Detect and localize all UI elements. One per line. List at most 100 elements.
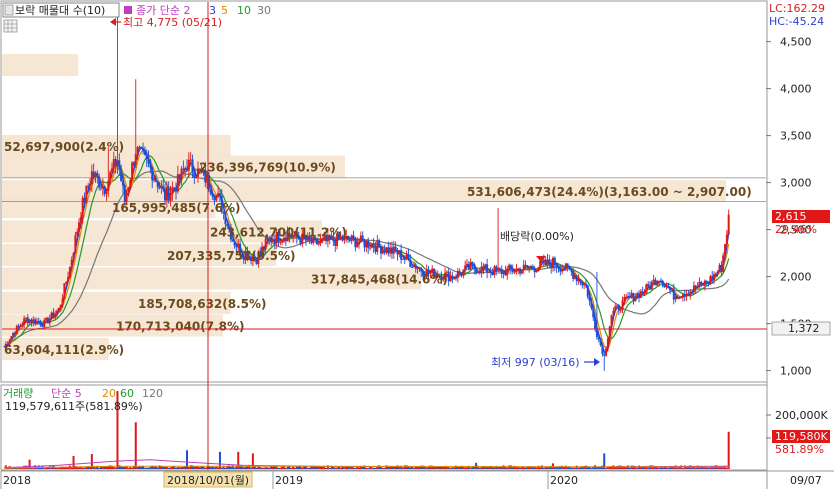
candle-body [696,286,699,289]
candle-body [634,297,637,302]
cursor-date-label: 2018/10/01(월) [167,474,249,487]
candle-body [639,291,642,299]
volume-bar [573,467,576,469]
candle-body [85,185,88,203]
candle-body [387,247,390,254]
volume-bar [286,466,289,469]
candle-body [535,270,538,273]
volume-bar [407,466,410,469]
volume-bar [511,467,514,469]
candle-body [218,193,221,196]
volume-bar [727,431,730,469]
volume-bar [464,467,467,469]
candle-body [464,265,467,270]
ma-period-10: 10 [237,4,251,17]
candle-body [17,325,20,327]
candle-body [317,243,320,245]
volume-bar [337,466,340,469]
candle-body [112,159,115,169]
candle-body [683,294,686,297]
candle-body [612,310,615,315]
candle-body [491,272,494,275]
volume-period-20: 20 [102,387,116,400]
candle-body [158,187,161,189]
candle-body [213,196,216,201]
volume-bar [175,467,178,469]
candle-body [118,160,121,170]
price-tick-label: 4,000 [780,83,812,96]
volume-bar [352,467,355,469]
volume-profile-label: 63,604,111(2.9%) [4,343,124,357]
candle-body [597,336,600,339]
volume-bar [465,467,468,469]
x-label-2018: 2018 [3,474,31,487]
candle-body [519,268,522,274]
candle-body [486,264,489,273]
candle-body [674,296,677,300]
candle-body [180,168,183,180]
candle-body [154,178,157,182]
volume-bar [381,467,384,469]
candle-body [89,183,92,187]
candle-body [687,293,690,296]
volume-bar [319,466,322,469]
volume-bar [134,422,137,469]
candle-body [83,197,86,203]
candle-body [162,186,165,190]
candle-body [451,275,454,280]
volume-bar [451,467,454,469]
candle-body [594,317,597,329]
candle-body [299,239,302,244]
volume-bar [171,466,174,469]
volume-bar [277,467,280,469]
candle-body [264,238,267,250]
candle-body [586,285,589,297]
candle-body [352,235,355,238]
candle-body [672,288,675,300]
candle-body [603,354,606,356]
candle-body [235,245,238,248]
volume-bar [425,467,428,469]
volume-profile-label: 185,708,632(8.5%) [138,297,267,311]
volume-bar [315,466,318,469]
volume-bar [665,467,668,469]
volume-bar [65,467,68,469]
candle-body [562,268,565,270]
volume-bar [184,466,187,469]
candle-body [711,276,714,281]
volume-bar [136,467,139,469]
candle-body [508,265,511,269]
candle-body [361,235,364,241]
price-tick-label: 1,000 [780,365,812,378]
candle-body [175,187,178,192]
candle-body [34,319,37,325]
candle-body [61,298,64,305]
volume-bar [409,467,412,469]
candle-body [383,249,386,253]
volume-bar [56,467,59,469]
candle-body [583,284,586,286]
table-icon[interactable] [3,19,18,33]
volume-bar [198,467,201,469]
candle-body [570,269,573,272]
volume-bar [162,466,165,469]
candle-body [99,187,102,189]
volume-bar [577,467,580,469]
volume-bar [325,468,328,469]
volume-bar [308,467,311,469]
candle-body [467,263,470,270]
candle-body [151,167,154,181]
volume-bar [164,467,167,469]
volume-bar [99,467,102,469]
candle-body [138,147,141,149]
candle-body [703,280,706,286]
candle-body [215,194,218,201]
candle-body [96,172,99,177]
volume-bar [242,467,245,469]
stock-chart[interactable]: 52,697,900(2.4%) 236,396,769(10.9%) 531,60… [0,0,834,489]
volume-bar [217,467,220,469]
candle-body [376,240,379,252]
volume-bar [606,467,609,469]
candle-body [691,291,694,293]
volume-bar [293,467,296,469]
